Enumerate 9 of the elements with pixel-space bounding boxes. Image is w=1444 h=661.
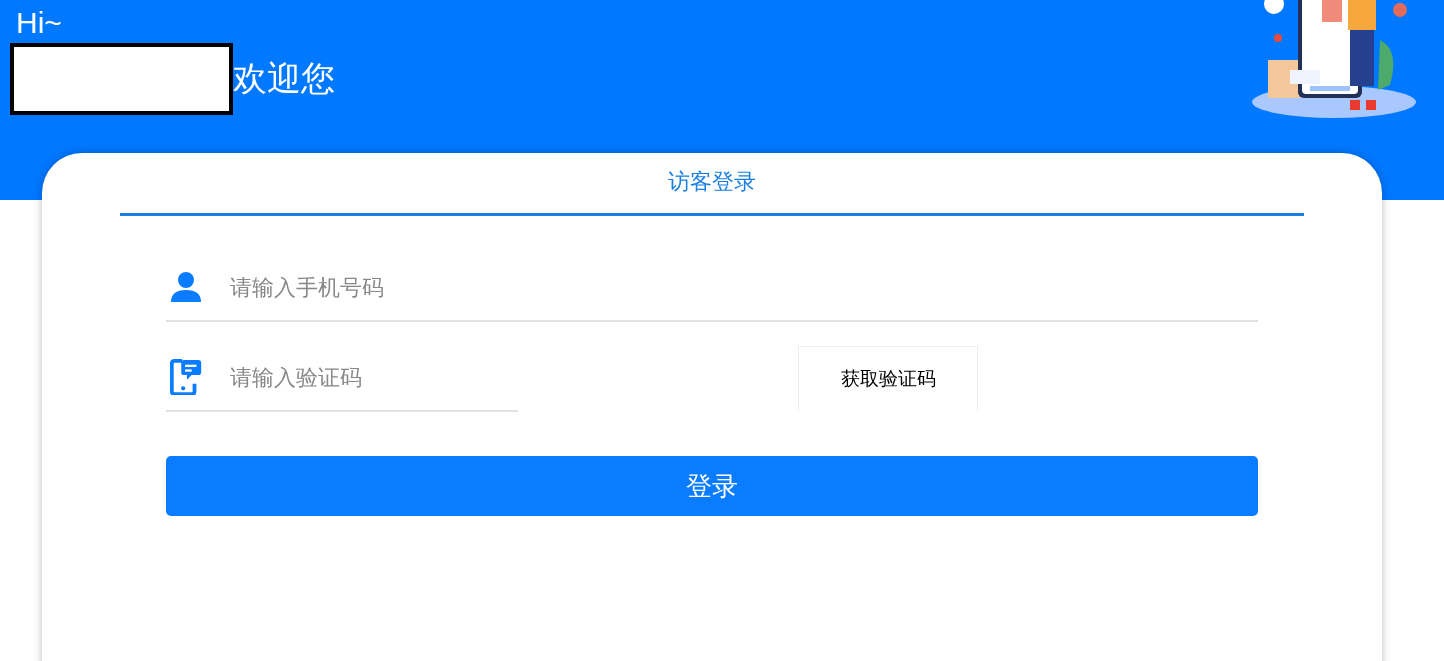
get-code-button[interactable]: 获取验证码 bbox=[798, 346, 978, 410]
tab[interactable]: 访客登录 bbox=[668, 153, 756, 213]
phone-message-icon bbox=[170, 359, 202, 395]
greeting-text: Hi~ bbox=[15, 5, 62, 40]
input-field[interactable]: 请输入手机号码 bbox=[228, 273, 1258, 301]
input-field[interactable]: 请输入验证码 bbox=[228, 363, 518, 391]
login-button[interactable]: 登录 bbox=[166, 456, 1258, 516]
user-icon bbox=[170, 269, 202, 305]
welcome-text: 欢迎您 bbox=[233, 57, 335, 100]
